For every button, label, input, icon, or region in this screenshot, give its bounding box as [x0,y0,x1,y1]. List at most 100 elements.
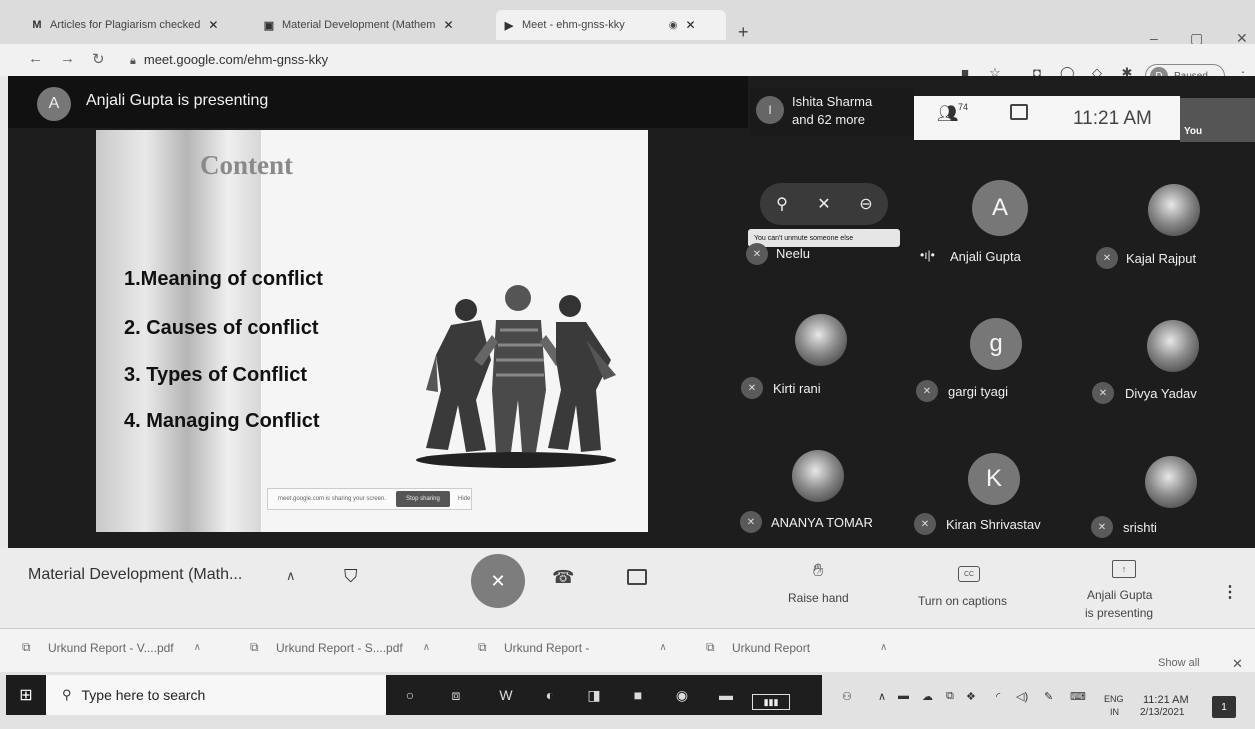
battery-app-icon[interactable]: ▮▮▮ [752,694,790,710]
tile-hover-controls: ⚲ ✕ ⊖ [760,183,888,225]
language-indicator[interactable]: ENG [1104,694,1124,704]
camera-app-icon[interactable]: ■ [626,684,650,706]
browser-tab-strip: M Articles for Plagiarism checked ✕ ▣ Ma… [0,0,1255,46]
close-tab-icon[interactable]: ✕ [208,18,218,32]
pinned-name: Ishita Sharma [792,94,873,109]
volume-icon[interactable]: ◁) [1016,690,1028,703]
cortana-icon[interactable]: ○ [398,684,422,706]
new-tab-icon[interactable]: + [738,22,749,43]
chevron-up-icon[interactable]: ∧ [659,642,666,653]
chrome-icon[interactable]: ◉ [670,684,694,706]
meet-icon: ▶ [504,19,514,32]
close-tab-icon[interactable]: ✕ [685,18,695,32]
speaking-icon: •ı|• [920,248,935,262]
pdf-icon: ⧉ [706,640,715,654]
participant-avatar: I [756,96,784,124]
download-filename: Urkund Report - S....pdf [276,640,403,655]
close-tab-icon[interactable]: ✕ [443,18,453,32]
download-item[interactable]: ⧉ Urkund Report - ∧ [478,640,667,655]
battery-icon[interactable]: ▬ [898,690,909,702]
pen-icon[interactable]: ✎ [1044,690,1053,703]
recording-dot-icon: ◉ [668,19,678,31]
captions-button[interactable]: Turn on captions [918,594,1007,608]
muted-icon: ✕ [741,377,763,399]
hang-up-button[interactable]: ☎︎ [552,567,574,588]
back-icon[interactable]: ← [28,50,43,67]
participant-count: 74 [958,102,969,112]
office-icon[interactable]: ◨ [582,684,606,706]
dropbox-icon[interactable]: ❖ [966,690,976,703]
chevron-up-icon[interactable]: ∧ [194,642,201,653]
present-icon[interactable]: ↑ [1112,560,1136,578]
tab-articles[interactable]: M Articles for Plagiarism checked ✕ [30,10,218,40]
sharing-banner-text: meet.google.com is sharing your screen. [278,496,387,502]
participant-photo [1145,456,1197,508]
people-icon[interactable]: 👥︎ [937,104,959,124]
wifi-icon[interactable]: ◜ [996,690,1000,703]
presenting-label[interactable]: is presenting [1085,606,1153,620]
participant-avatar: g [970,318,1022,370]
notification-center-button[interactable]: 1 [1212,696,1236,718]
participant-photo [1148,184,1200,236]
forward-icon[interactable]: → [60,50,75,67]
conflict-clipart [416,285,616,468]
taskbar-search-box[interactable]: ⚲ Type here to search [46,675,386,715]
tab-meet[interactable]: ▶ Meet - ehm-gnss-kky ◉ ✕ [496,10,726,40]
chevron-up-icon[interactable]: ∧ [423,642,430,653]
people-tray-icon[interactable]: ⚇ [842,690,852,703]
word-icon[interactable]: W [494,684,518,706]
keyboard-icon[interactable]: ⌨ [1070,690,1086,703]
show-hidden-icons[interactable]: ∧ [878,690,886,703]
stop-sharing-button[interactable]: Stop sharing [396,491,450,507]
remove-icon[interactable]: ⊖ [854,192,878,216]
muted-icon: ✕ [916,380,938,402]
microphone-toggle-button[interactable]: ✕ [471,554,525,608]
chevron-up-icon[interactable]: ∧ [880,642,887,653]
edge-icon[interactable]: ◐ [538,684,562,706]
close-icon[interactable]: ✕ [1232,656,1243,672]
raise-hand-button[interactable]: Raise hand [788,591,849,605]
hand-icon[interactable]: ✋︎ [813,560,823,581]
windows-start-button[interactable]: ⊞ [6,675,46,715]
hide-sharing-link[interactable]: Hide [458,496,470,502]
taskbar-date[interactable]: 2/13/2021 [1140,707,1185,718]
taskbar-time[interactable]: 11:21 AM [1143,694,1189,706]
task-view-icon[interactable]: ⧈ [444,684,468,706]
device-icon[interactable]: ⧉ [946,690,954,703]
more-options-icon[interactable]: ⋮ [1222,582,1238,602]
participant-name: gargi tyagi [948,384,1008,399]
participant-name: Kirti rani [773,381,821,396]
participant-name: Kiran Shrivastav [946,517,1041,532]
chat-icon[interactable] [1010,104,1028,120]
reload-icon[interactable]: ↻ [92,50,105,68]
show-all-button[interactable]: Show all [1158,657,1200,669]
pdf-icon: ⧉ [478,640,487,654]
url-text: meet.google.com/ehm-gnss-kky [143,52,329,67]
participant-name: Divya Yadav [1125,386,1197,401]
presenter-avatar: A [37,87,71,121]
pin-icon[interactable]: ⚲ [770,192,794,216]
url-field[interactable]: 🔒︎ meet.google.com/ehm-gnss-kky [130,52,328,68]
tab-label: Articles for Plagiarism checked [50,19,201,31]
download-filename: Urkund Report - [504,640,590,655]
chevron-up-icon[interactable]: ∧ [286,568,296,584]
shield-icon[interactable]: ⛉ [344,566,358,587]
mic-off-icon[interactable]: ✕ [812,192,836,216]
camera-toggle-button[interactable] [627,569,647,585]
presenting-label[interactable]: Anjali Gupta [1087,588,1152,602]
region-indicator[interactable]: IN [1110,707,1119,717]
tab-material-development[interactable]: ▣ Material Development (Mathem ✕ [262,10,454,40]
download-item[interactable]: ⧉ Urkund Report - S....pdf ∧ [250,640,430,655]
muted-icon: ✕ [1092,382,1114,404]
download-item[interactable]: ⧉ Urkund Report ∧ [706,640,887,655]
file-explorer-icon[interactable]: ▬ [714,684,738,706]
onedrive-icon[interactable]: ☁︎ [922,690,933,703]
meeting-title[interactable]: Material Development (Math... [28,566,242,584]
self-view-tile[interactable]: You [1180,98,1255,142]
download-item[interactable]: ⧉ Urkund Report - V....pdf ∧ [22,640,201,655]
captions-icon[interactable]: CC [958,566,980,582]
pinned-participant-summary[interactable]: I Ishita Sharma and 62 more [750,88,914,136]
muted-icon: ✕ [914,513,936,535]
participant-avatar: A [972,180,1028,236]
muted-icon: ✕ [1091,516,1113,538]
